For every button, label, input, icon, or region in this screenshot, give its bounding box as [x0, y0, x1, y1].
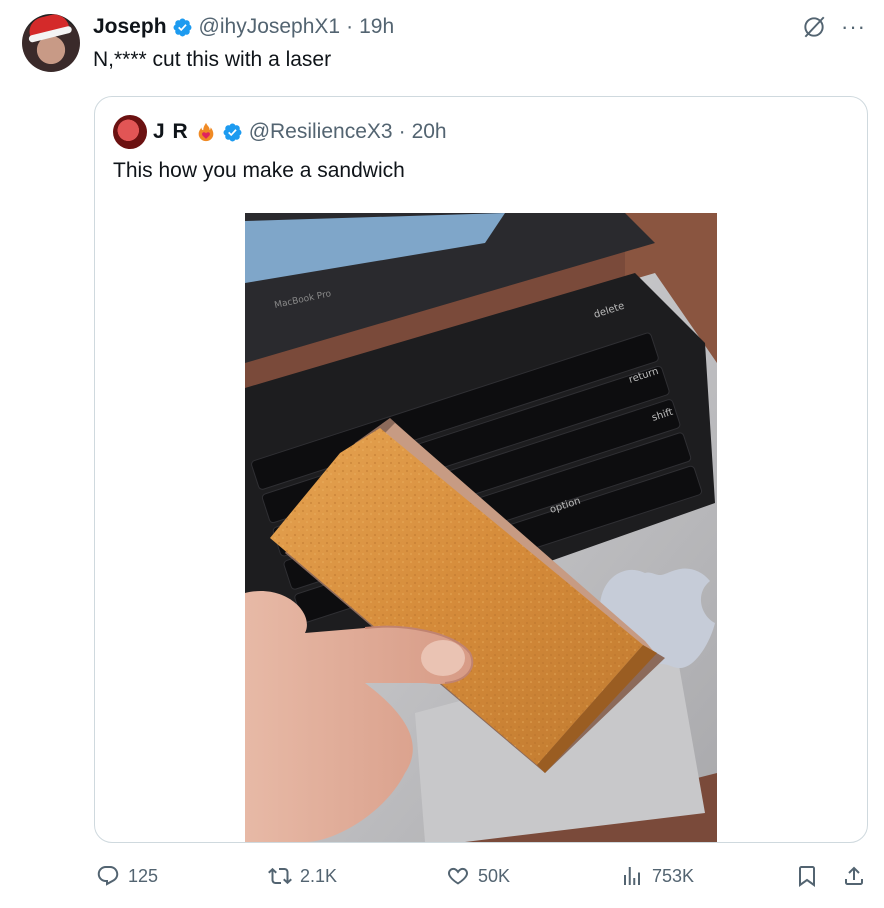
- repost-icon: [268, 867, 292, 885]
- author-avatar[interactable]: [22, 14, 80, 72]
- separator-dot: ·: [346, 15, 354, 38]
- reply-button[interactable]: 125: [96, 858, 158, 894]
- quoted-post[interactable]: J R @ResilienceX3 · 20h This how you mak…: [94, 96, 868, 843]
- post-top-actions: ···: [801, 14, 866, 40]
- sandwich-on-laptop-image: MacBook Pro delete return shift option: [245, 213, 717, 842]
- views-button[interactable]: 753K: [620, 858, 694, 894]
- quoted-post-timestamp[interactable]: 20h: [412, 120, 447, 144]
- share-button[interactable]: [842, 858, 866, 894]
- quoted-post-photo[interactable]: MacBook Pro delete return shift option: [245, 213, 717, 842]
- quoted-post-header: J R @ResilienceX3 · 20h: [153, 119, 447, 145]
- post-text: N,**** cut this with a laser: [93, 48, 332, 71]
- separator-dot: ·: [398, 120, 406, 143]
- like-count: 50K: [478, 865, 511, 886]
- fire-heart-icon: [198, 122, 214, 142]
- like-icon: [448, 867, 468, 885]
- verified-badge-icon: [173, 18, 191, 36]
- quoted-post-text: This how you make a sandwich: [113, 159, 405, 182]
- post-action-bar: 125 2.1K 50K 753K: [0, 858, 884, 894]
- bookmark-icon: [799, 866, 815, 887]
- views-icon: [624, 867, 640, 885]
- quoted-author-avatar[interactable]: [113, 115, 147, 149]
- post-timestamp[interactable]: 19h: [359, 15, 394, 39]
- post-header: Joseph @ihyJosephX1 · 19h: [93, 14, 394, 40]
- bookmark-button[interactable]: [795, 858, 819, 894]
- author-name[interactable]: Joseph: [93, 15, 167, 39]
- like-button[interactable]: 50K: [446, 858, 510, 894]
- grok-icon[interactable]: [801, 14, 827, 40]
- reply-count: 125: [128, 865, 159, 886]
- more-icon[interactable]: ···: [841, 16, 866, 38]
- quoted-author-name[interactable]: J R: [153, 120, 189, 144]
- quoted-author-handle[interactable]: @ResilienceX3: [249, 120, 393, 144]
- verified-badge-icon: [223, 123, 242, 141]
- author-handle[interactable]: @ihyJosephX1: [199, 15, 341, 39]
- repost-count: 2.1K: [300, 865, 338, 886]
- share-icon: [845, 866, 863, 885]
- view-count: 753K: [652, 865, 695, 886]
- repost-button[interactable]: 2.1K: [268, 858, 337, 894]
- reply-icon: [97, 866, 119, 886]
